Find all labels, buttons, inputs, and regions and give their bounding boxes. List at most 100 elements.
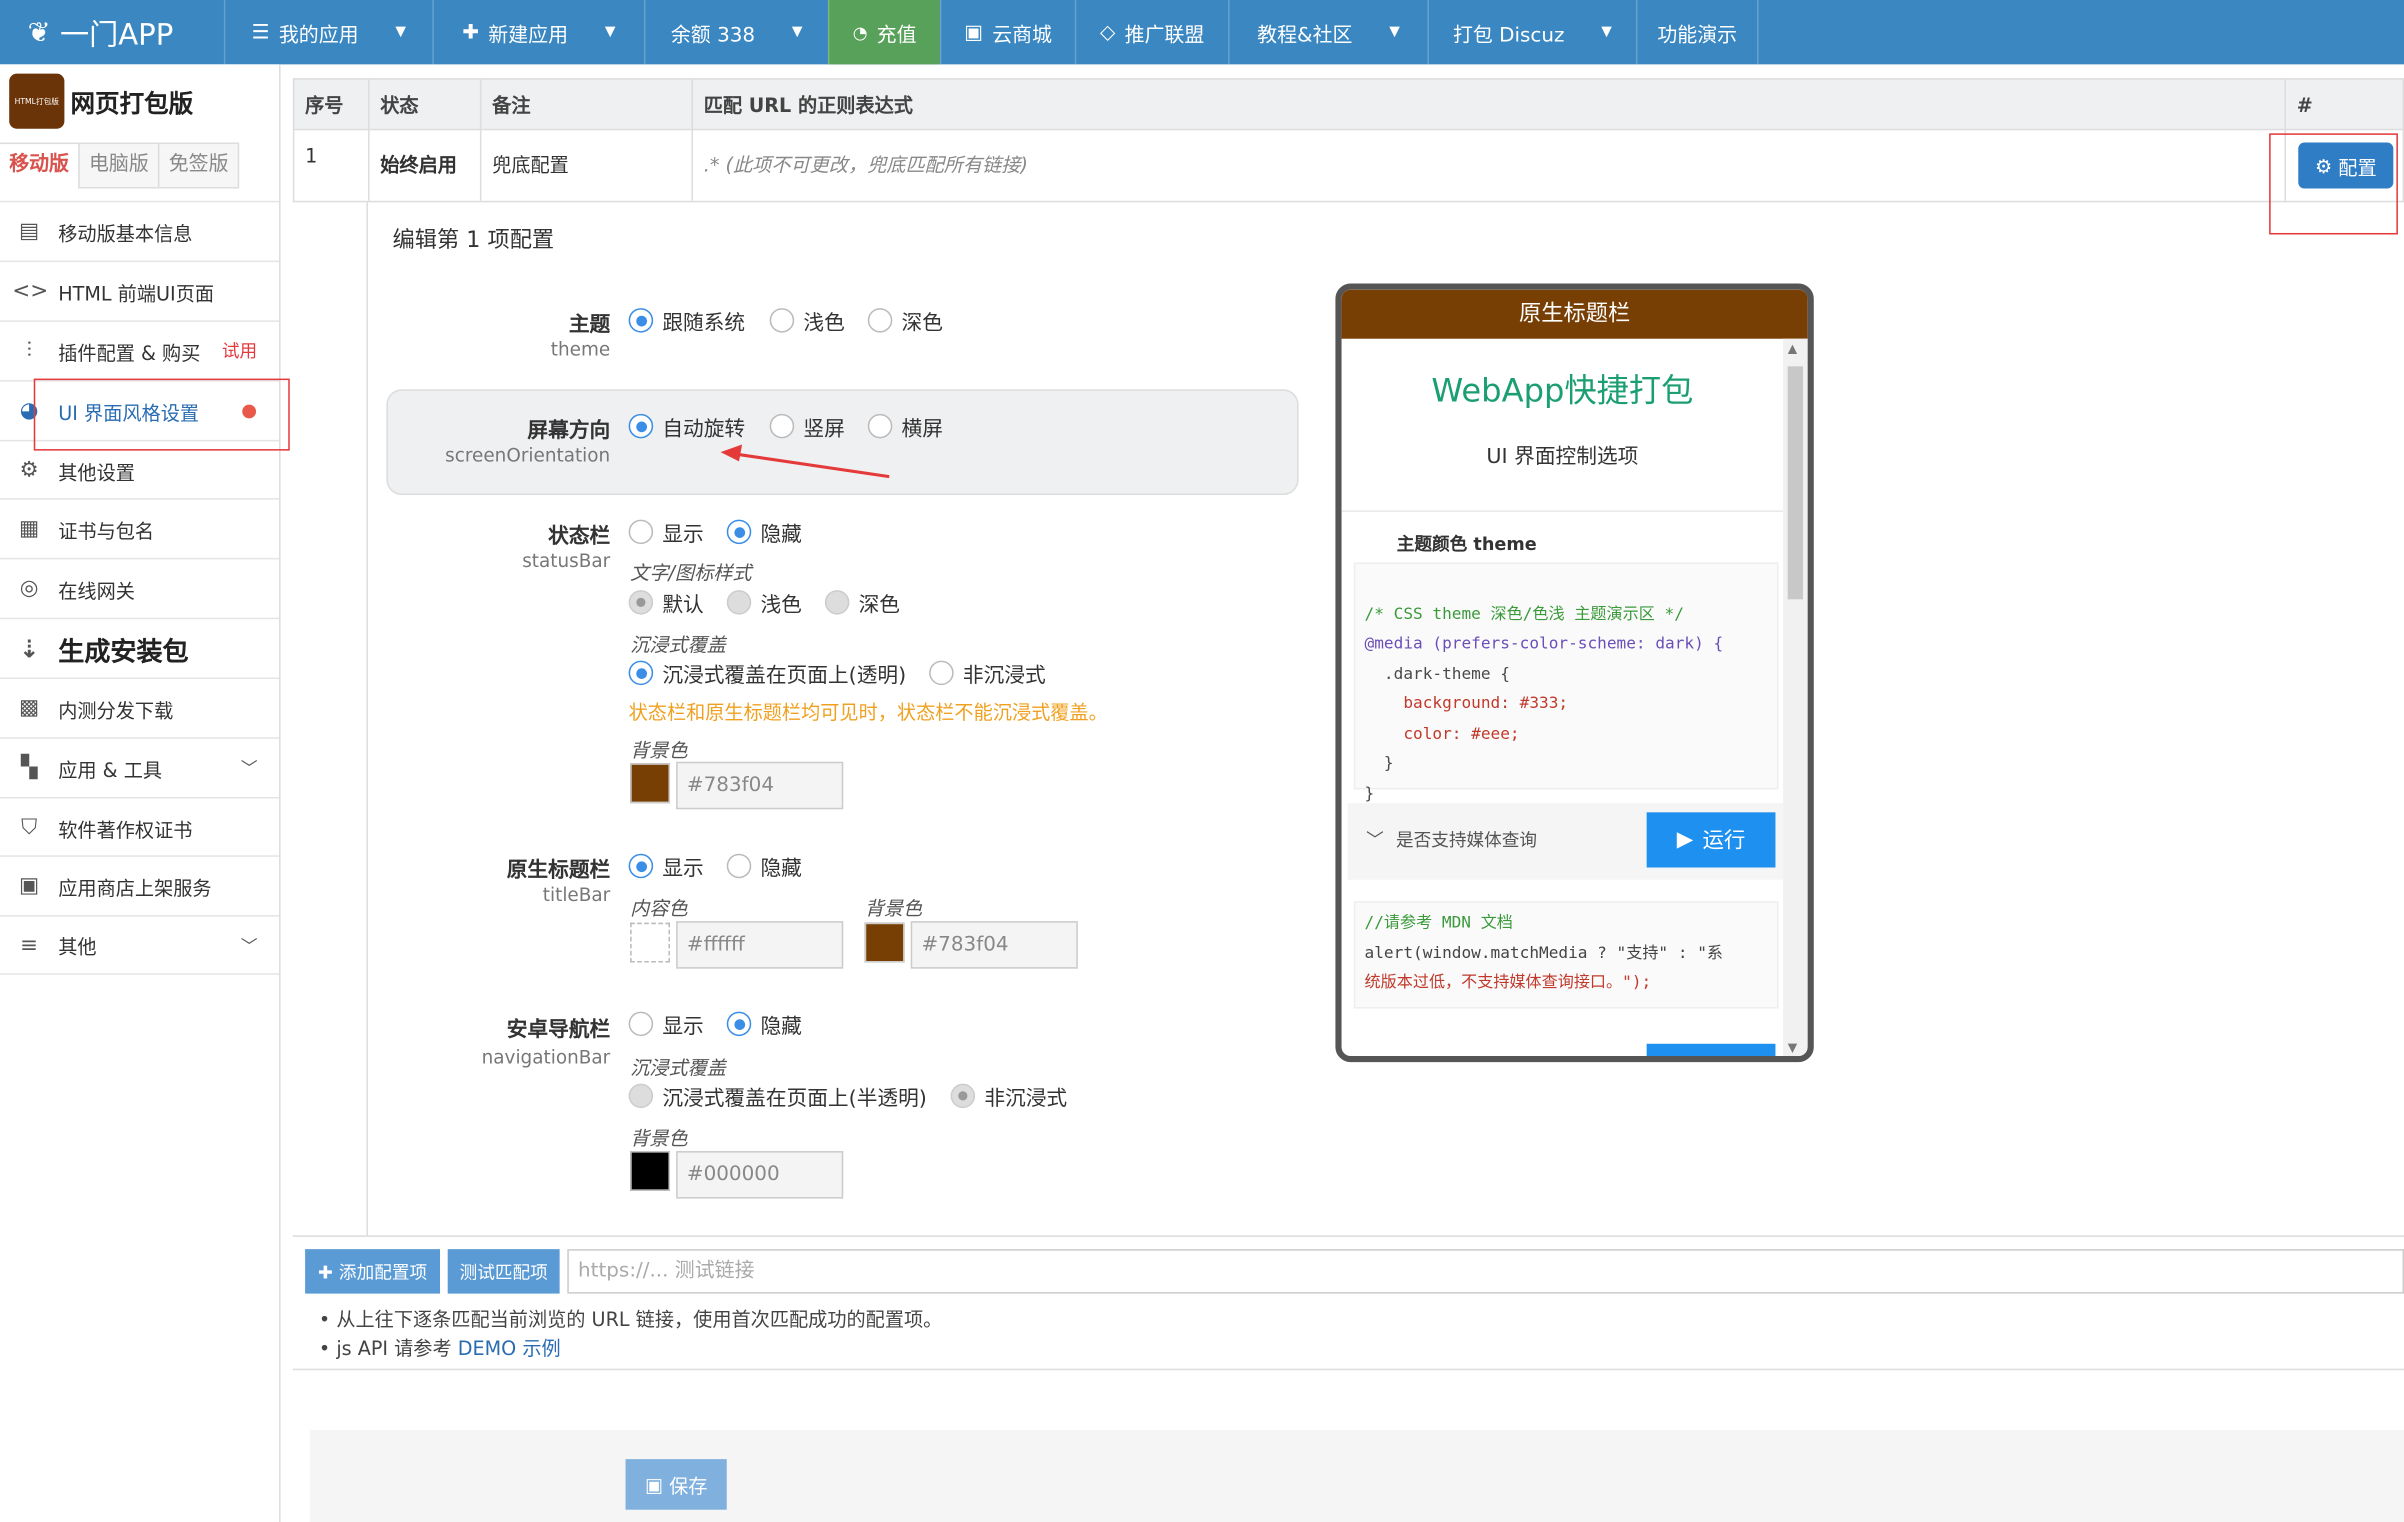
code-line-6: } (1364, 754, 1394, 773)
nav-my-apps[interactable]: ☰ 我的应用 ▼ (223, 0, 433, 65)
theme-radio-light[interactable]: 浅色 (769, 305, 845, 336)
radio-disabled (726, 590, 752, 615)
sidebar-item-gateway[interactable]: ◎ 在线网关 (0, 557, 280, 618)
tab-unsigned[interactable]: 免签版 (157, 142, 240, 189)
app-store-icon: ▣ (18, 873, 40, 899)
radio-unchecked (769, 308, 795, 333)
theme-radio-system[interactable]: 跟随系统 (628, 305, 745, 336)
titlebar-content-input[interactable]: #ffffff (676, 921, 844, 969)
sidebar: HTML打包版 网页打包版 移动版 电脑版 免签版 ▤ 移动版基本信息 <> HTM… (0, 64, 281, 1522)
trial-badge: 试用 (221, 340, 258, 362)
nav-new-app[interactable]: ✚ 新建应用 ▼ (432, 0, 644, 65)
phone-webview[interactable]: WebApp快捷打包 UI 界面控制选项 主题颜色 theme /* CSS t… (1341, 339, 1784, 1057)
nav-tutorial[interactable]: 教程&社区 ▼ (1228, 0, 1427, 65)
statusbar-style-light[interactable]: 浅色 (726, 587, 802, 618)
nav-affiliate[interactable]: ◇ 推广联盟 (1074, 0, 1228, 65)
sidebar-item-other[interactable]: ≡ 其他 ﹀ (0, 915, 280, 975)
demo-link[interactable]: DEMO 示例 (458, 1337, 561, 1360)
nav-demo[interactable]: 功能演示 (1635, 0, 1759, 65)
test-match-button[interactable]: 测试匹配项 (447, 1249, 560, 1294)
statusbar-immersive-on[interactable]: 沉浸式覆盖在页面上(透明) (628, 658, 906, 688)
statusbar-style-dark[interactable]: 深色 (824, 587, 900, 618)
test-url-input[interactable]: https://... 测试链接 (567, 1249, 2404, 1294)
col-regex: 匹配 URL 的正则表达式 (693, 79, 2287, 131)
run-button[interactable]: ▶ 运行 (1646, 812, 1776, 868)
app-logo[interactable]: ❦ 一门APP (28, 12, 174, 53)
sidebar-item-tools[interactable]: ▚ 应用 & 工具 ﹀ (0, 737, 280, 797)
add-config-button[interactable]: ✚ 添加配置项 (305, 1249, 441, 1294)
code-alert-1: alert(window.matchMedia ? "支持" : "系 (1364, 943, 1724, 962)
titlebar-bg-input[interactable]: #783f04 (910, 921, 1078, 969)
sliders-icon: ⫶ (26, 338, 32, 364)
titlebar-label: 原生标题栏 (506, 858, 611, 883)
radio-checked (628, 853, 654, 879)
orientation-radio-landscape[interactable]: 横屏 (867, 411, 943, 441)
chevron-down-icon: ﹀ (1366, 829, 1384, 851)
titlebar-sublabel: titleBar (542, 884, 611, 906)
titlebar-radio-show[interactable]: 显示 (628, 851, 704, 881)
brand-name: 网页打包版 (70, 88, 194, 119)
sidebar-item-plugins[interactable]: ⫶ 插件配置 & 购买 试用 (0, 320, 280, 380)
statusbar-immersive-off[interactable]: 非沉浸式 (929, 658, 1046, 688)
statusbar-bg-input[interactable]: #783f04 (676, 761, 844, 810)
code-line-5: color: #eee; (1364, 724, 1520, 743)
scroll-down-icon: ▼ (1787, 1040, 1798, 1055)
scroll-thumb[interactable] (1787, 366, 1804, 600)
apps-icon: ▚ (20, 755, 38, 781)
sidebar-item-copyright[interactable]: ⛉ 软件著作权证书 (0, 797, 280, 857)
titlebar-bg-swatch[interactable] (864, 922, 905, 963)
phone-media-query[interactable]: ﹀ 是否支持媒体查询 (1366, 828, 1537, 853)
navbar-immersive-off[interactable]: 非沉浸式 (950, 1081, 1067, 1111)
row-remark: 兜底配置 (481, 130, 694, 201)
statusbar-warning: 状态栏和原生标题栏均可见时，状态栏不能沉浸式覆盖。 (628, 700, 1108, 724)
navbar-bg-swatch[interactable] (630, 1151, 671, 1191)
orientation-radio-auto[interactable]: 自动旋转 (628, 411, 745, 441)
nav-discuz[interactable]: 打包 Discuz ▼ (1427, 0, 1636, 65)
row-status: 始终启用 (370, 130, 482, 201)
statusbar-style-default[interactable]: 默认 (628, 587, 704, 618)
menu-icon: ≡ (20, 932, 39, 958)
sidebar-item-html-ui[interactable]: <> HTML 前端UI页面 (0, 260, 280, 321)
nav-balance[interactable]: 余额 338 ▼ (643, 0, 828, 65)
plus-icon: ✚ (318, 1260, 333, 1283)
phone-alert-code: //请参考 MDN 文档 alert(window.matchMedia ? "… (1353, 901, 1779, 1009)
tab-desktop[interactable]: 电脑版 (78, 142, 160, 189)
navbar-radio-hide[interactable]: 隐藏 (726, 1009, 802, 1039)
scroll-up-icon: ▲ (1787, 341, 1798, 356)
sidebar-item-basic-info[interactable]: ▤ 移动版基本信息 (0, 200, 280, 261)
sidebar-item-beta[interactable]: ▩ 内测分发下载 (0, 677, 280, 737)
phone-section-title: 主题颜色 theme (1396, 533, 1537, 555)
titlebar-content-swatch[interactable] (630, 922, 671, 963)
note-1: • 从上往下逐条匹配当前浏览的 URL 链接，使用首次匹配成功的配置项。 (318, 1307, 943, 1331)
statusbar-label: 状态栏 (548, 524, 611, 549)
phone-scrollbar[interactable]: ▲ ▼ (1783, 338, 1808, 1057)
radio-disabled-checked (628, 590, 654, 615)
statusbar-immersive-label: 沉浸式覆盖 (630, 633, 726, 656)
navbar-bg-label: 背景色 (630, 1126, 688, 1150)
save-button[interactable]: ▣ 保存 (625, 1459, 727, 1510)
navbar-bg-input[interactable]: #000000 (676, 1151, 844, 1199)
col-actions: # (2296, 93, 2313, 117)
theme-radio-dark[interactable]: 深色 (867, 305, 943, 336)
nav-cloud-store[interactable]: ▣ 云商城 (939, 0, 1075, 65)
titlebar-content-color-label: 内容色 (630, 896, 688, 920)
navbar-radio-show[interactable]: 显示 (628, 1009, 704, 1039)
sidebar-item-app-store[interactable]: ▣ 应用商店上架服务 (0, 855, 280, 915)
statusbar-radio-hide[interactable]: 隐藏 (726, 517, 802, 547)
diamond-icon: ◇ (1100, 20, 1116, 44)
sidebar-item-certificate[interactable]: ▦ 证书与包名 (0, 498, 280, 558)
statusbar-radio-show[interactable]: 显示 (628, 517, 704, 547)
titlebar-radio-hide[interactable]: 隐藏 (726, 851, 802, 881)
col-index: 序号 (294, 79, 370, 131)
caret-down-icon: ▼ (604, 24, 616, 40)
caret-down-icon: ▼ (1601, 24, 1612, 40)
nav-recharge[interactable]: ◔ 充值 (827, 0, 940, 65)
navbar-immersive-on[interactable]: 沉浸式覆盖在页面上(半透明) (628, 1081, 927, 1111)
radio-unchecked (867, 308, 893, 333)
sidebar-item-build[interactable]: ⇣ 生成安装包 (0, 617, 280, 678)
navbar-label: 安卓导航栏 (506, 1017, 611, 1043)
orientation-sublabel: screenOrientation (445, 444, 611, 466)
statusbar-bg-swatch[interactable] (630, 763, 671, 804)
orientation-radio-portrait[interactable]: 竖屏 (769, 411, 845, 441)
tab-mobile[interactable]: 移动版 (0, 142, 80, 189)
